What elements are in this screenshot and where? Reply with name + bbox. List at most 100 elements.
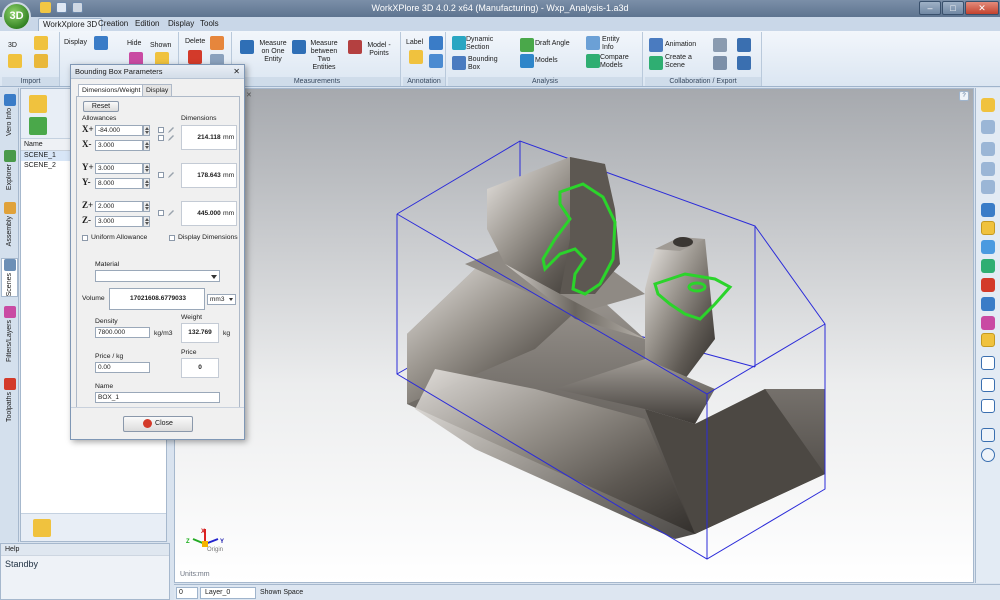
vtab-explorer[interactable]: Explorer (1, 150, 18, 190)
z-checkbox[interactable] (158, 210, 164, 216)
vtab-toolpaths[interactable]: Toolpaths (1, 378, 18, 422)
maximize-button[interactable]: □ (942, 1, 964, 15)
layout-split-icon[interactable] (981, 378, 995, 392)
view-front-icon[interactable] (981, 240, 995, 254)
viewport-tab-close-icon[interactable]: ✕ (246, 91, 252, 99)
compare-models-button[interactable]: Compare Models (600, 54, 634, 70)
text-abc-icon[interactable] (429, 54, 443, 68)
display-mode-icon[interactable] (94, 36, 108, 50)
hide-button[interactable]: Hide (127, 40, 141, 48)
layer-select[interactable]: Layer_0 (200, 587, 256, 599)
z-plus-spinner[interactable] (143, 201, 150, 212)
tab-edition[interactable]: Edition (131, 18, 163, 31)
measure-on-one-entity-button[interactable]: Measure on One Entity (256, 40, 290, 64)
view-rotate-icon[interactable] (981, 333, 995, 347)
bounding-box-button[interactable]: Bounding Box (468, 56, 504, 72)
close-window-button[interactable]: ✕ (965, 1, 999, 15)
model-view[interactable] (175, 89, 974, 583)
view-iso-icon[interactable] (981, 203, 995, 217)
vtab-assembly[interactable]: Assembly (1, 202, 18, 246)
display-button[interactable]: Display (64, 39, 87, 47)
material-select[interactable] (95, 270, 220, 282)
tab-display[interactable]: Display (142, 84, 173, 96)
density-field[interactable]: 7800.000 (95, 327, 150, 338)
name-field[interactable]: BOX_1 (95, 392, 220, 403)
open-folder-icon[interactable] (34, 36, 48, 50)
uniform-allowance-checkbox[interactable] (82, 235, 88, 241)
animation-button[interactable]: Animation (665, 41, 701, 49)
vtab-filters-layers[interactable]: Filters/Layers (1, 306, 18, 362)
export-icon[interactable] (713, 56, 727, 70)
app-logo-button[interactable]: 3D (2, 2, 31, 31)
zoom-all-icon[interactable] (981, 120, 995, 134)
new-scene-icon[interactable] (29, 95, 47, 113)
y-checkbox[interactable] (158, 172, 164, 178)
3d-viewport[interactable]: X Z Y Origin Units:mm ? (174, 88, 974, 583)
tab-tools[interactable]: Tools (196, 18, 223, 31)
x-minus-spinner[interactable] (143, 140, 150, 151)
x-minus-field[interactable]: 3.000 (95, 140, 143, 151)
import-3d-button[interactable]: 3D (8, 42, 17, 50)
dynamic-section-button[interactable]: Dynamic Section (466, 36, 506, 52)
tab-display[interactable]: Display (164, 18, 198, 31)
status-field[interactable]: 0 (176, 587, 198, 599)
minimize-button[interactable]: – (919, 1, 941, 15)
view-help-button[interactable]: ? (959, 91, 969, 101)
zoom-window-icon[interactable] (981, 142, 995, 156)
open-recent-icon[interactable] (34, 54, 48, 68)
view-top-icon[interactable] (981, 221, 995, 235)
y-pencil-icon[interactable] (167, 171, 175, 179)
grid-icon[interactable] (981, 428, 995, 442)
vtab-scenes[interactable]: Scenes (1, 258, 18, 298)
x-minus-checkbox[interactable] (158, 135, 164, 141)
view-left-icon[interactable] (981, 278, 995, 292)
delete-button[interactable]: Delete (185, 38, 205, 46)
part-model[interactable] (407, 157, 825, 539)
tab-creation[interactable]: Creation (94, 18, 132, 31)
z-minus-field[interactable]: 3.000 (95, 216, 143, 227)
shown-button[interactable]: Shown (150, 42, 171, 50)
y-plus-spinner[interactable] (143, 163, 150, 174)
entity-info-button[interactable]: Entity Info (602, 36, 632, 52)
close-button[interactable]: Close (123, 416, 193, 432)
zoom-out-icon[interactable] (981, 180, 995, 194)
x-minus-pencil-icon[interactable] (167, 134, 175, 142)
annotation-icon[interactable] (429, 36, 443, 50)
y-minus-spinner[interactable] (143, 178, 150, 189)
dialog-close-icon[interactable]: ✕ (233, 65, 240, 79)
import-folder-icon[interactable] (8, 54, 22, 68)
models-button[interactable]: Models (535, 57, 563, 65)
measure-between-two-entities-button[interactable]: Measure between Two Entities (306, 40, 342, 72)
reset-button[interactable]: Reset (83, 101, 119, 112)
model-points-button[interactable]: Model - Points (362, 42, 396, 58)
z-plus-field[interactable]: 2.000 (95, 201, 143, 212)
view-bottom-icon[interactable] (981, 316, 995, 330)
label-icon[interactable] (409, 50, 423, 64)
layout-single-icon[interactable] (981, 356, 995, 370)
label-button[interactable]: Label (406, 39, 423, 47)
save-export-icon[interactable] (737, 38, 751, 52)
x-plus-field[interactable]: -84.000 (95, 125, 143, 136)
z-minus-spinner[interactable] (143, 216, 150, 227)
x-plus-checkbox[interactable] (158, 127, 164, 133)
z-pencil-icon[interactable] (167, 209, 175, 217)
delete-icon[interactable] (188, 50, 202, 64)
display-dimensions-checkbox[interactable] (169, 235, 175, 241)
x-plus-spinner[interactable] (143, 125, 150, 136)
create-scene-button[interactable]: Create a Scene (665, 54, 695, 70)
color-icon[interactable] (210, 36, 224, 50)
validate-scene-icon[interactable] (29, 117, 47, 135)
publish-icon[interactable] (713, 38, 727, 52)
tab-workxplore-3d[interactable]: WorkXplore 3D (38, 18, 103, 31)
vtab-vero-info[interactable]: Vero Info (1, 94, 18, 136)
price-per-kg-field[interactable]: 0.00 (95, 362, 150, 373)
view-settings-icon[interactable] (981, 98, 995, 112)
x-plus-pencil-icon[interactable] (167, 126, 175, 134)
draft-angle-button[interactable]: Draft Angle (535, 40, 575, 48)
crosshair-icon[interactable] (981, 448, 995, 462)
view-back-icon[interactable] (981, 297, 995, 311)
y-plus-field[interactable]: 3.000 (95, 163, 143, 174)
send-icon[interactable] (737, 56, 751, 70)
y-minus-field[interactable]: 8.000 (95, 178, 143, 189)
zoom-in-icon[interactable] (981, 162, 995, 176)
